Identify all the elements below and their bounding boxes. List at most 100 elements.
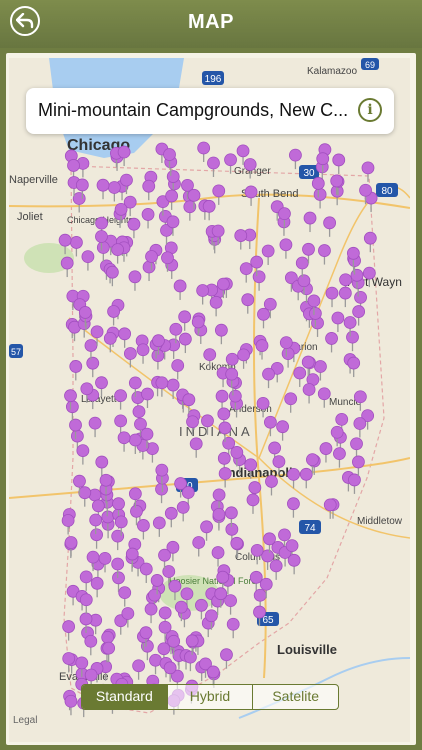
- map-pin[interactable]: [171, 359, 185, 372]
- map-pin[interactable]: [96, 178, 110, 192]
- map-pin[interactable]: [295, 256, 309, 270]
- map-pin[interactable]: [350, 437, 363, 451]
- map-pin[interactable]: [81, 250, 95, 264]
- map-pin[interactable]: [352, 305, 366, 318]
- map-pin[interactable]: [65, 400, 79, 414]
- map-pin[interactable]: [137, 519, 150, 532]
- map-pin[interactable]: [144, 602, 158, 616]
- map-pin[interactable]: [244, 458, 258, 472]
- map-pin[interactable]: [128, 270, 142, 284]
- map-pin[interactable]: [285, 539, 299, 553]
- map-pin[interactable]: [178, 332, 192, 346]
- map-pin[interactable]: [335, 413, 349, 426]
- map-pin[interactable]: [84, 634, 98, 648]
- map-pin[interactable]: [95, 230, 108, 243]
- map-pin[interactable]: [319, 442, 333, 455]
- map-pin[interactable]: [165, 189, 179, 203]
- map-pin[interactable]: [299, 467, 313, 481]
- map-pin[interactable]: [161, 251, 174, 265]
- map-info-card[interactable]: Mini-mountain Campgrounds, New C... i: [26, 88, 394, 134]
- map-type-standard[interactable]: Standard: [82, 685, 167, 709]
- map-pin[interactable]: [316, 152, 330, 166]
- map-pin[interactable]: [289, 148, 302, 162]
- map-pin[interactable]: [102, 641, 116, 655]
- map-pin[interactable]: [225, 352, 239, 366]
- map-pin[interactable]: [79, 612, 93, 626]
- map-pin[interactable]: [332, 153, 346, 167]
- map-pin[interactable]: [140, 427, 154, 441]
- map-pin[interactable]: [150, 574, 164, 587]
- map-pin[interactable]: [318, 244, 331, 257]
- map-pin[interactable]: [325, 286, 339, 300]
- map-pin[interactable]: [217, 407, 231, 421]
- map-pin[interactable]: [99, 473, 113, 487]
- map-pin[interactable]: [353, 417, 367, 430]
- map-pin[interactable]: [354, 290, 367, 304]
- map-pin[interactable]: [311, 177, 325, 190]
- map-pin[interactable]: [201, 414, 214, 428]
- map-pin[interactable]: [89, 513, 103, 527]
- map-pin[interactable]: [98, 551, 112, 565]
- map-pin[interactable]: [308, 307, 322, 320]
- map-pin[interactable]: [132, 659, 146, 673]
- map-pin[interactable]: [181, 486, 195, 499]
- map-pin[interactable]: [163, 661, 177, 675]
- map-pin[interactable]: [259, 577, 273, 591]
- map-pin[interactable]: [361, 161, 375, 175]
- map-pin[interactable]: [252, 270, 266, 284]
- map-pin[interactable]: [269, 559, 283, 573]
- map-pin[interactable]: [241, 293, 255, 307]
- map-pin[interactable]: [214, 587, 228, 601]
- map-type-selector[interactable]: Standard Hybrid Satelite: [81, 684, 339, 710]
- map-pin[interactable]: [167, 634, 181, 648]
- map-pin[interactable]: [265, 475, 278, 488]
- map-pin[interactable]: [284, 392, 298, 406]
- map-pin[interactable]: [103, 331, 117, 345]
- map-pin[interactable]: [107, 181, 121, 194]
- map-pin[interactable]: [186, 415, 199, 429]
- map-pin[interactable]: [338, 286, 352, 300]
- map-pin[interactable]: [350, 268, 364, 282]
- map-pin[interactable]: [58, 233, 72, 247]
- map-pin[interactable]: [250, 543, 264, 557]
- map-pin[interactable]: [125, 547, 139, 561]
- map-pin[interactable]: [130, 504, 143, 518]
- map-pin[interactable]: [246, 493, 260, 507]
- map-pin[interactable]: [197, 141, 211, 155]
- map-pin[interactable]: [195, 598, 208, 612]
- map-pin[interactable]: [279, 238, 293, 252]
- map-pin[interactable]: [352, 455, 365, 469]
- map-pin[interactable]: [212, 507, 226, 521]
- map-pin[interactable]: [72, 192, 86, 205]
- map-pin[interactable]: [76, 444, 90, 457]
- map-pin[interactable]: [123, 347, 137, 360]
- map-pin[interactable]: [158, 606, 172, 620]
- map-pin[interactable]: [111, 243, 125, 257]
- map-pin[interactable]: [105, 265, 119, 279]
- map-pin[interactable]: [302, 383, 316, 396]
- legal-link[interactable]: Legal: [13, 715, 37, 726]
- map-pin[interactable]: [166, 215, 180, 229]
- map-pin[interactable]: [239, 262, 253, 276]
- map-pin[interactable]: [228, 389, 242, 403]
- map-pin[interactable]: [118, 327, 132, 341]
- map-pin[interactable]: [256, 396, 270, 410]
- map-pin[interactable]: [205, 609, 218, 623]
- map-pin[interactable]: [80, 382, 94, 396]
- map-pin[interactable]: [202, 199, 216, 213]
- map-pin[interactable]: [216, 277, 230, 291]
- map-pin[interactable]: [90, 325, 104, 339]
- map-pin[interactable]: [183, 650, 197, 664]
- map-pin[interactable]: [263, 532, 276, 546]
- map-pin[interactable]: [212, 488, 226, 502]
- map-pin[interactable]: [243, 158, 257, 171]
- map-pin[interactable]: [61, 514, 75, 527]
- map-pin[interactable]: [346, 330, 359, 344]
- map-pin[interactable]: [64, 389, 77, 403]
- map-pin[interactable]: [142, 179, 156, 193]
- map-pin[interactable]: [317, 387, 331, 401]
- map-pin[interactable]: [176, 500, 190, 514]
- map-pin[interactable]: [209, 295, 223, 309]
- map-pin[interactable]: [276, 420, 290, 434]
- map-pin[interactable]: [333, 447, 346, 461]
